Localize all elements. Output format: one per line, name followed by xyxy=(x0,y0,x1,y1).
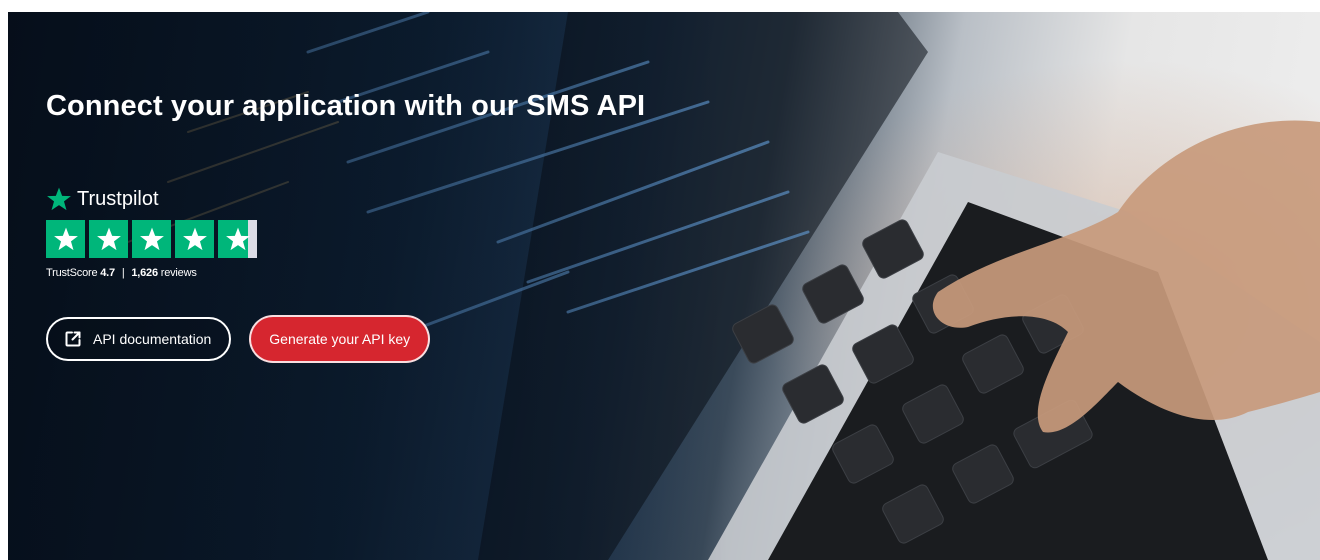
trustscore-value: 4.7 xyxy=(100,267,115,279)
api-documentation-label: API documentation xyxy=(93,331,212,347)
trustpilot-logo: Trustpilot xyxy=(46,186,686,212)
rating-star-2 xyxy=(89,220,128,258)
rating-star-4 xyxy=(175,220,214,258)
rating-star-3 xyxy=(132,220,171,258)
rating-star-5-half xyxy=(218,220,257,258)
reviews-label: reviews xyxy=(160,267,197,279)
trustpilot-brand-label: Trustpilot xyxy=(77,187,159,210)
rating-star-1 xyxy=(46,220,85,258)
hero-content: Connect your application with our SMS AP… xyxy=(46,88,686,363)
trustpilot-widget[interactable]: Trustpilot TrustScore 4.7 | 1,626 review… xyxy=(46,186,686,279)
api-documentation-button[interactable]: API documentation xyxy=(46,317,232,361)
page-title: Connect your application with our SMS AP… xyxy=(46,90,646,122)
external-link-icon xyxy=(65,331,81,347)
trustscore-separator: | xyxy=(121,267,125,279)
trustpilot-rating-stars xyxy=(46,220,686,258)
trustscore-line: TrustScore 4.7 | 1,626 reviews xyxy=(46,267,686,279)
trustscore-label: TrustScore xyxy=(46,267,98,279)
generate-api-key-label: Generate your API key xyxy=(269,331,411,347)
trustpilot-star-icon xyxy=(47,187,71,211)
generate-api-key-button[interactable]: Generate your API key xyxy=(249,315,431,363)
reviews-count: 1,626 xyxy=(131,267,158,279)
hero-actions: API documentation Generate your API key xyxy=(46,315,686,363)
